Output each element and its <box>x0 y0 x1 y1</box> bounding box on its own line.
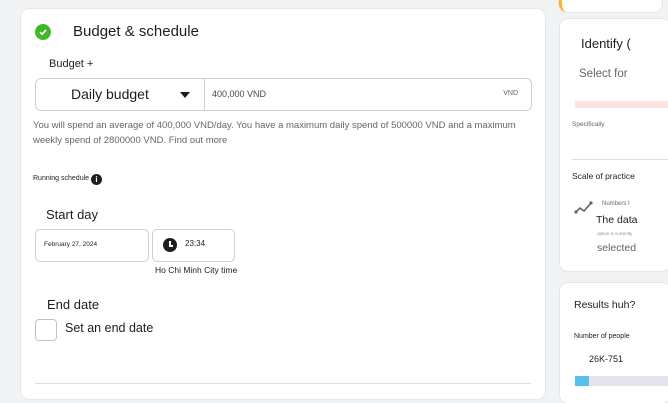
budget-amount-value: 400,000 VND <box>212 89 267 99</box>
currency-suffix: VND <box>503 90 518 97</box>
people-label: Number of people <box>574 333 630 340</box>
end-date-checkbox[interactable] <box>35 319 57 341</box>
results-panel: Results huh? Number of people 26K-751 <box>560 283 668 403</box>
find-out-more-link[interactable]: Find out more <box>169 135 228 146</box>
budget-amount-input[interactable]: 400,000 VND VND <box>205 79 531 110</box>
caret-down-icon <box>180 92 190 98</box>
results-range-fill <box>575 376 589 386</box>
budget-schedule-card: Budget & schedule Budget + Daily budget … <box>21 9 545 399</box>
spend-info: You will spend an average of 400,000 VND… <box>33 120 516 146</box>
timezone-label: Ho Chi Minh City time <box>155 265 238 275</box>
specifically-label: Specifically <box>572 121 605 128</box>
audience-bar <box>575 101 668 108</box>
end-date-checkbox-label[interactable]: Set an end date <box>65 321 153 335</box>
spend-info-text: You will spend an average of 400,000 VND… <box>33 118 523 148</box>
start-time-value: 23:34 <box>185 239 206 248</box>
clock-icon <box>163 238 177 252</box>
section-title: Budget & schedule <box>73 23 199 40</box>
selected-text: selected <box>597 242 637 254</box>
trend-line-icon <box>574 200 594 216</box>
budget-type-select[interactable]: Daily budget <box>36 79 205 110</box>
data-text: The data <box>596 214 638 226</box>
start-date-field[interactable]: February 27, 2024 <box>35 229 149 262</box>
budget-input-group: Daily budget 400,000 VND VND <box>35 78 532 111</box>
info-icon[interactable]: i <box>91 174 102 185</box>
numbers-text: Numbers I <box>602 201 630 207</box>
identify-title: Identify ( <box>581 36 631 51</box>
top-notice-tab <box>559 0 662 12</box>
start-time-field[interactable]: 23:34 <box>152 229 235 262</box>
check-circle-icon <box>35 24 51 40</box>
option-text: option is currently <box>597 231 633 236</box>
running-schedule-label: Running schedule <box>33 175 90 182</box>
budget-label: Budget + <box>49 58 94 70</box>
select-for-text: Select for <box>579 68 628 80</box>
audience-panel: Identify ( Select for Specifically Scale… <box>560 19 668 271</box>
range-value: 26K-751 <box>589 354 624 364</box>
scale-label: Scale of practice <box>572 171 635 181</box>
start-day-label: Start day <box>46 207 99 222</box>
section-divider <box>35 383 531 384</box>
budget-type-value: Daily budget <box>71 86 149 102</box>
results-title: Results huh? <box>574 299 636 311</box>
end-date-label: End date <box>47 297 100 312</box>
panel-divider <box>572 159 668 160</box>
start-date-value: February 27, 2024 <box>44 241 98 248</box>
